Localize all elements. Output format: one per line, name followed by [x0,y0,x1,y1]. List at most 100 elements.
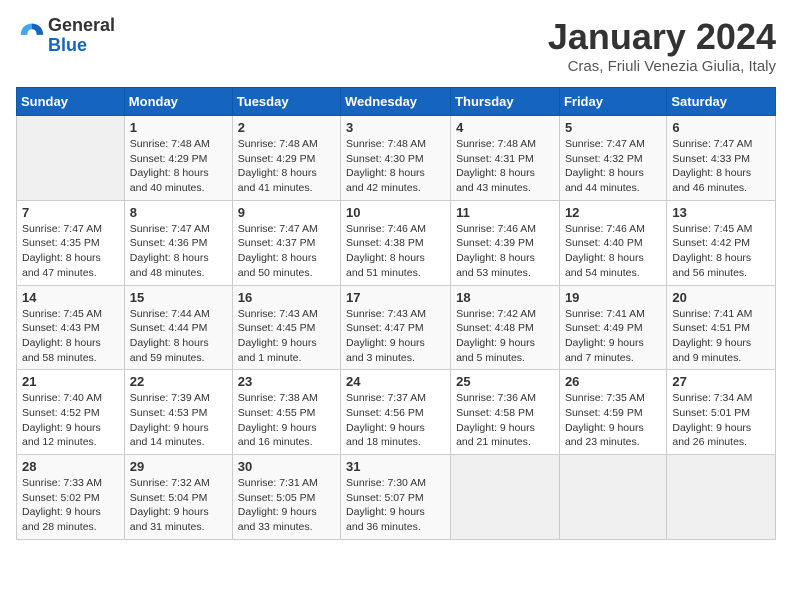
calendar-day-cell: 6Sunrise: 7:47 AMSunset: 4:33 PMDaylight… [667,116,776,201]
day-info: Sunrise: 7:38 AMSunset: 4:55 PMDaylight:… [238,391,335,450]
day-info: Sunrise: 7:48 AMSunset: 4:30 PMDaylight:… [346,137,445,196]
calendar-day-cell: 1Sunrise: 7:48 AMSunset: 4:29 PMDaylight… [124,116,232,201]
logo-general: General [48,15,115,35]
calendar-week-row: 14 Sunrise: 7:45 AMSunset: 4:43 PMDayligh… [17,285,776,370]
day-number: 23 [238,374,335,389]
calendar-day-cell [667,455,776,540]
calendar-table: SundayMondayTuesdayWednesdayThursdayFrid… [16,87,776,540]
calendar-day-cell: 19Sunrise: 7:41 AMSunset: 4:49 PMDayligh… [559,285,666,370]
calendar-header-row: SundayMondayTuesdayWednesdayThursdayFrid… [17,88,776,116]
day-info: Sunrise: 7:41 AMSunset: 4:51 PMDaylight:… [672,307,770,366]
month-title: January 2024 [548,16,776,58]
day-info: Sunrise: 7:47 AMSunset: 4:35 PMDaylight:… [22,222,119,281]
day-number: 5 [565,120,661,135]
day-info: Sunrise: 7:43 AMSunset: 4:45 PMDaylight:… [238,307,335,366]
day-number: 20 [672,290,770,305]
calendar-day-cell [559,455,666,540]
day-number: 31 [346,459,445,474]
day-number: 29 [130,459,227,474]
day-info: Sunrise: 7:48 AMSunset: 4:31 PMDaylight:… [456,137,554,196]
calendar-day-cell: 7 Sunrise: 7:47 AMSunset: 4:35 PMDaylight… [17,200,125,285]
day-number: 9 [238,205,335,220]
calendar-day-cell: 10Sunrise: 7:46 AMSunset: 4:38 PMDayligh… [341,200,451,285]
day-number: 22 [130,374,227,389]
calendar-day-header: Friday [559,88,666,116]
calendar-day-cell: 21Sunrise: 7:40 AMSunset: 4:52 PMDayligh… [17,370,125,455]
title-block: January 2024 Cras, Friuli Venezia Giulia… [548,16,776,75]
day-info: Sunrise: 7:42 AMSunset: 4:48 PMDaylight:… [456,307,554,366]
day-number: 28 [22,459,119,474]
day-number: 16 [238,290,335,305]
calendar-day-cell: 24 Sunrise: 7:37 AMSunset: 4:56 PMDayligh… [341,370,451,455]
page-header: General Blue January 2024 Cras, Friuli V… [16,16,776,75]
day-info: Sunrise: 7:41 AMSunset: 4:49 PMDaylight:… [565,307,661,366]
calendar-day-cell: 26Sunrise: 7:35 AMSunset: 4:59 PMDayligh… [559,370,666,455]
day-number: 25 [456,374,554,389]
calendar-day-header: Tuesday [232,88,340,116]
calendar-day-cell: 20 Sunrise: 7:41 AMSunset: 4:51 PMDayligh… [667,285,776,370]
day-number: 15 [130,290,227,305]
calendar-day-header: Sunday [17,88,125,116]
calendar-day-cell: 18 Sunrise: 7:42 AMSunset: 4:48 PMDayligh… [451,285,560,370]
day-number: 14 [22,290,119,305]
day-info: Sunrise: 7:32 AMSunset: 5:04 PMDaylight:… [130,476,227,535]
day-number: 30 [238,459,335,474]
calendar-week-row: 7 Sunrise: 7:47 AMSunset: 4:35 PMDaylight… [17,200,776,285]
calendar-day-cell: 15 Sunrise: 7:44 AMSunset: 4:44 PMDayligh… [124,285,232,370]
day-info: Sunrise: 7:47 AMSunset: 4:32 PMDaylight:… [565,137,661,196]
calendar-day-cell [17,116,125,201]
day-number: 12 [565,205,661,220]
day-info: Sunrise: 7:46 AMSunset: 4:39 PMDaylight:… [456,222,554,281]
calendar-day-cell: 12 Sunrise: 7:46 AMSunset: 4:40 PMDayligh… [559,200,666,285]
calendar-week-row: 21Sunrise: 7:40 AMSunset: 4:52 PMDayligh… [17,370,776,455]
calendar-day-header: Wednesday [341,88,451,116]
day-number: 18 [456,290,554,305]
day-info: Sunrise: 7:47 AMSunset: 4:37 PMDaylight:… [238,222,335,281]
day-info: Sunrise: 7:36 AMSunset: 4:58 PMDaylight:… [456,391,554,450]
calendar-day-cell: 2Sunrise: 7:48 AMSunset: 4:29 PMDaylight… [232,116,340,201]
calendar-day-cell: 14 Sunrise: 7:45 AMSunset: 4:43 PMDayligh… [17,285,125,370]
day-info: Sunrise: 7:34 AMSunset: 5:01 PMDaylight:… [672,391,770,450]
day-info: Sunrise: 7:31 AMSunset: 5:05 PMDaylight:… [238,476,335,535]
calendar-day-cell: 17 Sunrise: 7:43 AMSunset: 4:47 PMDayligh… [341,285,451,370]
calendar-day-cell: 30 Sunrise: 7:31 AMSunset: 5:05 PMDayligh… [232,455,340,540]
calendar-day-cell: 16 Sunrise: 7:43 AMSunset: 4:45 PMDayligh… [232,285,340,370]
calendar-day-cell: 3 Sunrise: 7:48 AMSunset: 4:30 PMDaylight… [341,116,451,201]
calendar-day-cell: 29 Sunrise: 7:32 AMSunset: 5:04 PMDayligh… [124,455,232,540]
location: Cras, Friuli Venezia Giulia, Italy [548,58,776,75]
day-number: 21 [22,374,119,389]
day-number: 7 [22,205,119,220]
calendar-day-cell: 22Sunrise: 7:39 AMSunset: 4:53 PMDayligh… [124,370,232,455]
day-info: Sunrise: 7:45 AMSunset: 4:43 PMDaylight:… [22,307,119,366]
day-info: Sunrise: 7:43 AMSunset: 4:47 PMDaylight:… [346,307,445,366]
calendar-day-header: Saturday [667,88,776,116]
day-number: 8 [130,205,227,220]
calendar-day-header: Monday [124,88,232,116]
logo: General Blue [16,16,115,56]
calendar-day-cell: 11 Sunrise: 7:46 AMSunset: 4:39 PMDayligh… [451,200,560,285]
calendar-day-cell: 8Sunrise: 7:47 AMSunset: 4:36 PMDaylight… [124,200,232,285]
day-number: 11 [456,205,554,220]
day-info: Sunrise: 7:35 AMSunset: 4:59 PMDaylight:… [565,391,661,450]
day-number: 1 [130,120,227,135]
calendar-week-row: 1Sunrise: 7:48 AMSunset: 4:29 PMDaylight… [17,116,776,201]
day-info: Sunrise: 7:37 AMSunset: 4:56 PMDaylight:… [346,391,445,450]
day-number: 3 [346,120,445,135]
calendar-week-row: 28 Sunrise: 7:33 AMSunset: 5:02 PMDayligh… [17,455,776,540]
day-info: Sunrise: 7:47 AMSunset: 4:33 PMDaylight:… [672,137,770,196]
calendar-day-cell: 31Sunrise: 7:30 AMSunset: 5:07 PMDayligh… [341,455,451,540]
day-number: 17 [346,290,445,305]
day-info: Sunrise: 7:44 AMSunset: 4:44 PMDaylight:… [130,307,227,366]
calendar-day-cell: 28 Sunrise: 7:33 AMSunset: 5:02 PMDayligh… [17,455,125,540]
calendar-day-cell: 9 Sunrise: 7:47 AMSunset: 4:37 PMDaylight… [232,200,340,285]
day-info: Sunrise: 7:45 AMSunset: 4:42 PMDaylight:… [672,222,770,281]
logo-blue: Blue [48,35,87,55]
calendar-day-header: Thursday [451,88,560,116]
day-number: 4 [456,120,554,135]
calendar-day-cell: 25 Sunrise: 7:36 AMSunset: 4:58 PMDayligh… [451,370,560,455]
day-info: Sunrise: 7:33 AMSunset: 5:02 PMDaylight:… [22,476,119,535]
calendar-day-cell: 4 Sunrise: 7:48 AMSunset: 4:31 PMDaylight… [451,116,560,201]
day-info: Sunrise: 7:46 AMSunset: 4:40 PMDaylight:… [565,222,661,281]
day-number: 24 [346,374,445,389]
day-number: 10 [346,205,445,220]
